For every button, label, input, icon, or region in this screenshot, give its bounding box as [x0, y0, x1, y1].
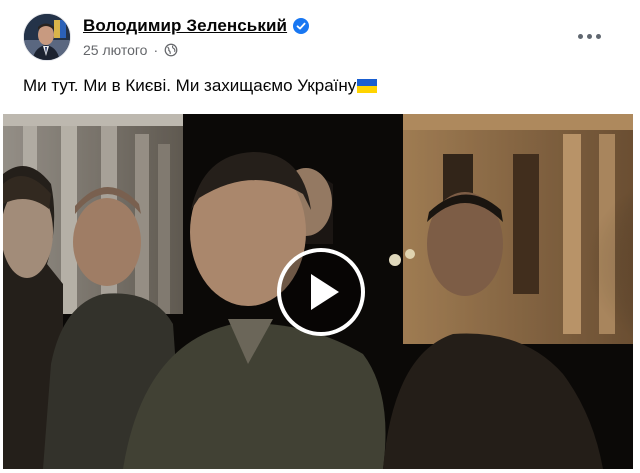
facebook-post: Володимир Зеленський 25 лютого · Ми тут.…	[0, 0, 640, 473]
author-avatar[interactable]	[23, 13, 71, 61]
globe-icon[interactable]	[164, 43, 178, 57]
post-text-content: Ми тут. Ми в Києві. Ми захищаємо Україну	[23, 76, 357, 95]
post-date-link[interactable]: 25 лютого	[83, 42, 147, 58]
more-options-icon[interactable]	[572, 24, 606, 48]
meta-separator: ·	[153, 42, 159, 58]
play-button[interactable]	[277, 248, 365, 336]
verified-badge-icon	[293, 18, 310, 34]
ukraine-flag-icon	[357, 79, 378, 93]
avatar-photo	[24, 14, 70, 60]
play-icon	[310, 274, 339, 310]
more-dot	[586, 33, 592, 39]
author-name-link[interactable]: Володимир Зеленський	[83, 16, 287, 36]
more-dot	[595, 33, 601, 39]
post-meta: 25 лютого ·	[83, 41, 178, 59]
video-player[interactable]	[3, 114, 633, 469]
more-dot	[577, 33, 583, 39]
post-header: Володимир Зеленський 25 лютого ·	[0, 0, 640, 70]
post-text: Ми тут. Ми в Києві. Ми захищаємо Україну	[23, 76, 378, 96]
author-row: Володимир Зеленський	[83, 15, 310, 37]
